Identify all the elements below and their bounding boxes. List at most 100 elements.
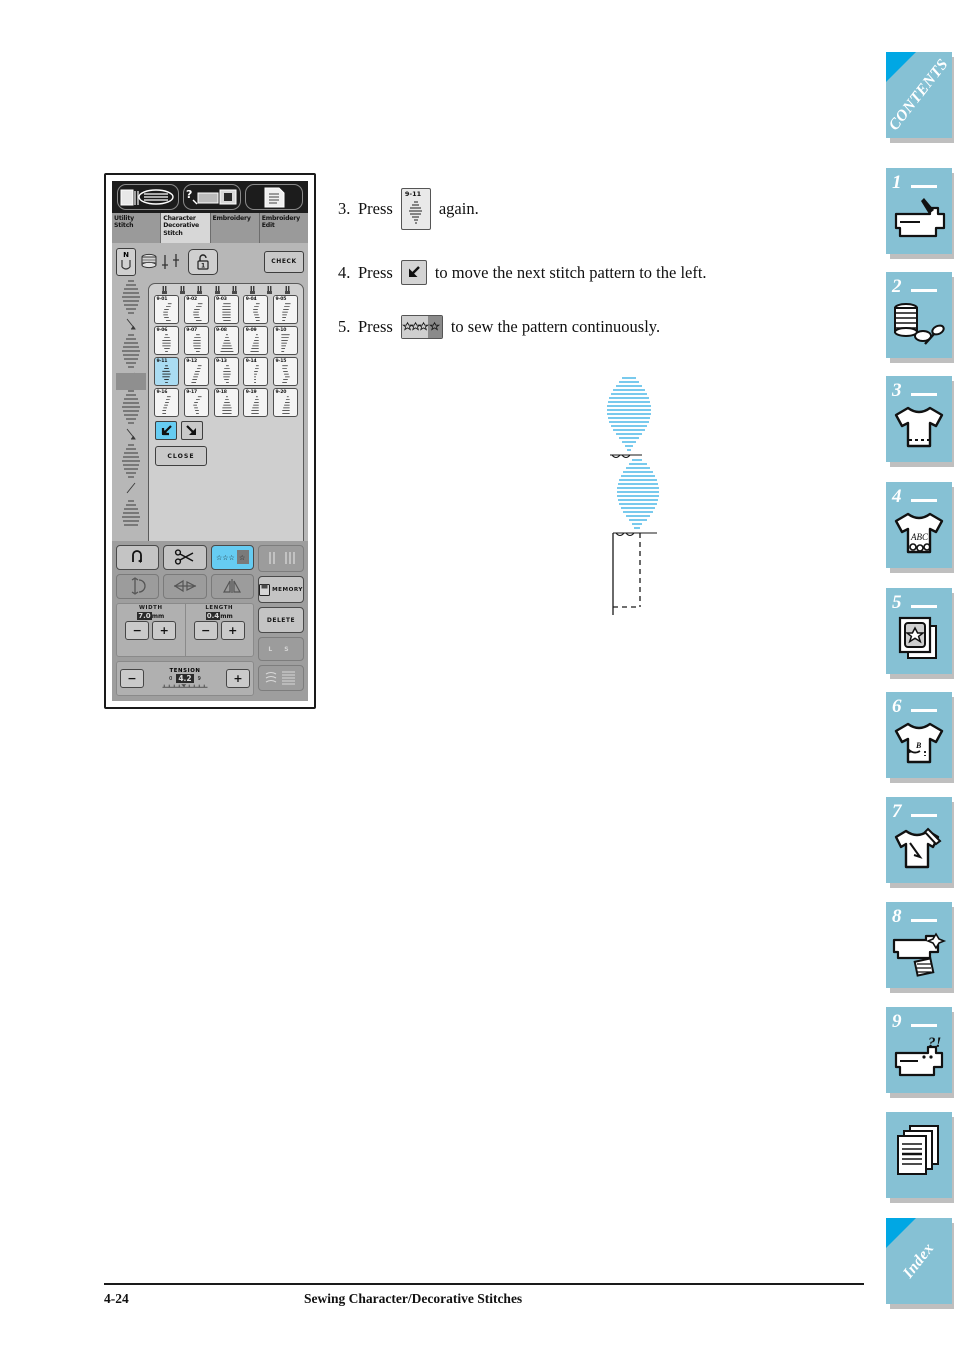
stitch-cell-9-17[interactable]: 9-17 [183,388,209,417]
size-ls-button[interactable]: L S [258,637,304,661]
width-value: 7.0 [137,611,152,620]
move-right-down-button[interactable] [181,421,203,440]
stitch-cell-9-01[interactable]: 9-01 [154,295,179,324]
step-4-number: 4. [338,262,351,282]
stitch-cell-9-03[interactable]: 9-03 [213,295,239,324]
tab-embroidery-edit[interactable]: Embroidery Edit [259,213,308,243]
stitch-911-button[interactable]: 9-11 [400,188,431,230]
stitch-cell-9-12[interactable]: 9-12 [183,357,209,386]
continuous-sew-inline-button[interactable] [400,315,443,339]
tab-utility-stitch[interactable]: Utility Stitch [112,213,162,243]
step-5-number: 5. [338,317,351,336]
tension-scale [162,684,208,688]
function-row-1: ☆☆☆ ☆ [116,545,254,570]
lock-button[interactable]: 1 [188,248,218,275]
stitch-cell-9-09[interactable]: 9-09 [243,326,269,355]
width-minus-button[interactable]: − [125,620,150,640]
stitch-cell-9-10[interactable]: 9-10 [273,326,298,355]
lcd-status-row: N 1 CHECK [112,243,308,277]
sidebar-tab-3-number: 3 [892,380,902,401]
tension-plus-button[interactable]: + [226,668,250,688]
fabric-guide-lines [612,533,641,615]
sidebar-tab-9[interactable]: 9 ?! [886,1007,952,1093]
ring-icon [284,286,290,294]
move-left-down-inline-button[interactable] [400,260,427,285]
manual-page: ? Utility Stitch Character Decorative St… [0,0,880,1346]
machine-help-icon[interactable]: ? [183,184,241,210]
stitch-glyph [163,303,172,321]
stitch-cell-9-18[interactable]: 9-18 [213,388,239,417]
stitch-cell-9-19[interactable]: 9-19 [243,388,269,417]
tab-embroidery[interactable]: Embroidery [210,213,260,243]
length-plus-button[interactable]: + [220,620,245,640]
stitch-glyph [193,303,203,321]
preview-diamond-5 [122,500,140,526]
bobbin-needle-indicator [139,252,185,272]
width-plus-button[interactable]: + [152,620,177,640]
tab-character-decorative-stitch[interactable]: Character Decorative Stitch [161,213,211,243]
length-minus-button[interactable]: − [193,620,218,640]
sidebar-tab-7[interactable]: 7 [886,797,952,883]
stitch-cell-9-16[interactable]: 9-16 [154,388,179,417]
sidebar-tab-contents[interactable]: CONTENTS [885,52,952,138]
sidebar-tab-1[interactable]: 1 [886,168,952,254]
svg-text:B: B [915,741,922,750]
svg-text:☆☆☆: ☆☆☆ [216,554,235,562]
stitch-grid-row: 9-06 9-07 9-08 9-09 9-10 [154,326,298,355]
sidebar-tab-2[interactable]: 2 [886,272,952,358]
stitch-cell-9-07[interactable]: 9-07 [183,326,209,355]
sidebar-tab-4[interactable]: 4 ABC [886,482,952,568]
preview-diamond-4 [122,444,140,478]
sidebar-tab-6[interactable]: 6 B [886,692,952,778]
memory-button[interactable]: MEMORY [258,576,304,603]
needle-mark-upper [610,454,642,459]
sidebar-tab-6-number: 6 [892,696,902,717]
manual-list-icon[interactable] [245,184,303,210]
sidebar-tab-7-number: 7 [892,801,902,822]
preview-selected-band [116,373,146,390]
tension-minus-button[interactable]: − [120,668,144,688]
stitch-cell-9-14[interactable]: 9-14 [243,357,269,386]
stitch-density-button[interactable] [258,665,304,691]
sidebar-tab-2-number: 2 [892,276,902,297]
sidebar-tab-appendix[interactable] [886,1112,952,1198]
continuous-sewing-button[interactable]: ☆☆☆ ☆ [210,545,254,570]
vertical-mirror-button[interactable] [210,573,254,599]
reverse-stitch-button[interactable] [116,545,160,570]
thread-cutter-button[interactable] [163,545,207,570]
stitch-grid-row: 9-16 9-17 9-18 9-19 9-20 [154,388,298,417]
stitch-cell-9-05[interactable]: 9-05 [273,295,298,324]
stitch-glyph [220,334,233,352]
sidebar-tab-dash [911,289,937,292]
preview-diamond-1 [122,280,140,314]
close-button[interactable]: CLOSE [155,446,207,466]
tshirt-needle-icon [894,827,942,869]
stitch-cell-9-13[interactable]: 9-13 [213,357,239,386]
stitch-cell-9-08[interactable]: 9-08 [213,326,239,355]
stitch-cell-9-15[interactable]: 9-15 [273,357,298,386]
stitch-cell-9-04[interactable]: 9-04 [243,295,269,324]
step-4-text-after: to move the next stitch pattern to the l… [434,262,707,282]
preview-diamond-3 [122,390,140,424]
stitch-glyph [251,396,259,414]
sewing-machine-icon [894,198,946,238]
stitch-cell-9-02[interactable]: 9-02 [183,295,209,324]
sidebar-tab-8[interactable]: 8 [886,902,952,988]
sidebar-tab-3[interactable]: 3 [886,376,952,462]
move-left-down-button[interactable] [155,421,177,440]
delete-button[interactable]: DELETE [258,607,304,633]
sidebar-tab-index[interactable]: Index [886,1218,952,1304]
sidebar-tab-5[interactable]: 5 [886,588,952,674]
stitch-cell-9-11[interactable]: 9-11 [154,357,179,386]
ring-icon [197,286,203,294]
elongation-button[interactable] [116,573,160,599]
horizontal-mirror-button[interactable] [163,573,207,599]
stitch-cell-9-06[interactable]: 9-06 [154,326,179,355]
lcd-right-buttons: MEMORY DELETE L S [258,545,304,696]
stitch-cell-9-20[interactable]: 9-20 [273,388,298,417]
preview-diamond-2 [122,334,140,368]
twin-needle-button[interactable] [258,545,304,572]
ring-icon [179,286,185,294]
stitch-chart-icon[interactable] [117,184,179,210]
check-button[interactable]: CHECK [264,250,304,273]
